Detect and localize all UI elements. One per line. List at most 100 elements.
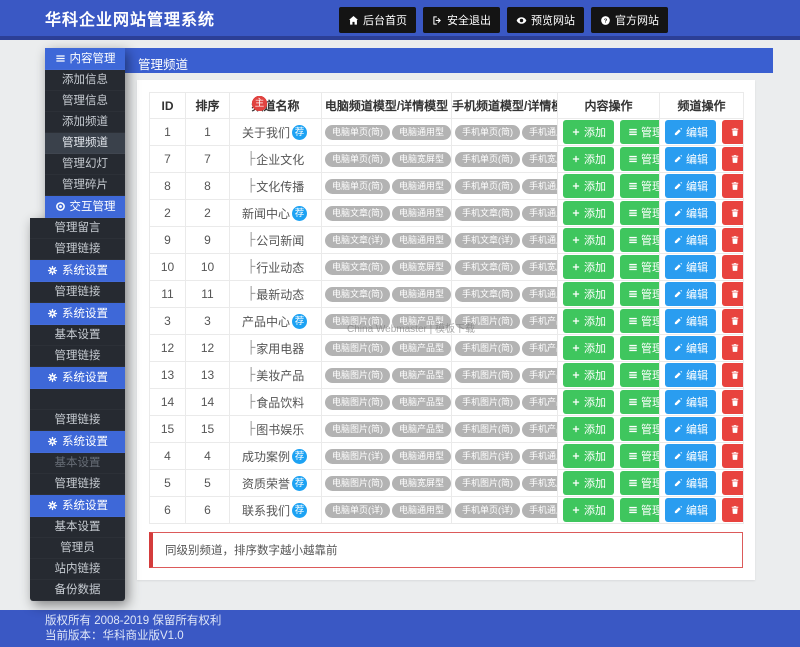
edit-channel-button[interactable]: 编辑 bbox=[665, 363, 716, 387]
delete-channel-button[interactable]: 删除 bbox=[722, 147, 743, 171]
delete-channel-button[interactable]: 删除 bbox=[722, 120, 743, 144]
manage-content-button[interactable]: 管理 bbox=[620, 363, 659, 387]
button-label: 添加 bbox=[584, 154, 606, 166]
sidebar-item-9[interactable]: 管理链接 bbox=[30, 239, 125, 260]
topnav-preview-button[interactable]: 预览网站 bbox=[507, 7, 584, 33]
trash-icon bbox=[730, 451, 740, 461]
edit-channel-button[interactable]: 编辑 bbox=[665, 201, 716, 225]
edit-channel-button[interactable]: 编辑 bbox=[665, 174, 716, 198]
cell-id: 10 bbox=[149, 253, 186, 281]
edit-channel-button[interactable]: 编辑 bbox=[665, 390, 716, 414]
sidebar-item-14[interactable]: 管理链接 bbox=[30, 346, 125, 367]
sidebar-section-18[interactable]: 系统设置 bbox=[30, 431, 125, 453]
sidebar-item-25[interactable]: 备份数据 bbox=[30, 580, 125, 601]
manage-content-button[interactable]: 管理 bbox=[620, 417, 659, 441]
plus-icon bbox=[571, 505, 581, 515]
sidebar-item-3[interactable]: 添加频道 bbox=[45, 112, 125, 133]
table-row: 33主产品中心荐电脑图片(简)电脑产品型手机图片(简)手机产品型添加管理编辑删除 bbox=[149, 96, 744, 335]
add-content-button[interactable]: 添加 bbox=[563, 201, 614, 225]
manage-content-button[interactable]: 管理 bbox=[620, 444, 659, 468]
sidebar-section-7[interactable]: 交互管理 bbox=[45, 196, 125, 218]
sidebar-item-22[interactable]: 基本设置 bbox=[30, 517, 125, 538]
delete-channel-button[interactable]: 删除 bbox=[722, 201, 743, 225]
edit-channel-button[interactable]: 编辑 bbox=[665, 282, 716, 306]
delete-channel-button[interactable]: 删除 bbox=[722, 471, 743, 495]
sidebar-item-4[interactable]: 管理频道 bbox=[45, 133, 125, 154]
sidebar-item-5[interactable]: 管理幻灯 bbox=[45, 154, 125, 175]
delete-channel-button[interactable]: 删除 bbox=[722, 309, 743, 333]
edit-channel-button[interactable]: 编辑 bbox=[665, 228, 716, 252]
add-content-button[interactable]: 添加 bbox=[563, 444, 614, 468]
column-header: 频道名称 bbox=[229, 92, 322, 119]
delete-channel-button[interactable]: 删除 bbox=[722, 174, 743, 198]
edit-channel-button[interactable]: 编辑 bbox=[665, 336, 716, 360]
sidebar-section-0[interactable]: 内容管理 bbox=[45, 48, 125, 70]
add-content-button[interactable]: 添加 bbox=[563, 174, 614, 198]
manage-content-button[interactable]: 管理 bbox=[620, 390, 659, 414]
sidebar-item-11[interactable]: 管理链接 bbox=[30, 282, 125, 303]
delete-channel-button[interactable]: 删除 bbox=[722, 228, 743, 252]
edit-channel-button[interactable]: 编辑 bbox=[665, 444, 716, 468]
add-content-button[interactable]: 添加 bbox=[563, 147, 614, 171]
sidebar-section-15[interactable]: 系统设置 bbox=[30, 367, 125, 389]
add-content-button[interactable]: 添加 bbox=[563, 417, 614, 441]
add-content-button[interactable]: 添加 bbox=[563, 120, 614, 144]
manage-content-button[interactable]: 管理 bbox=[620, 498, 659, 522]
manage-content-button[interactable]: 管理 bbox=[620, 147, 659, 171]
sidebar-item-20[interactable]: 管理链接 bbox=[30, 474, 125, 495]
topnav-home-button[interactable]: 后台首页 bbox=[339, 7, 416, 33]
add-content-button[interactable]: 添加 bbox=[563, 282, 614, 306]
manage-content-button[interactable]: 管理 bbox=[620, 336, 659, 360]
sidebar-item-19[interactable]: 基本设置 bbox=[30, 453, 125, 474]
add-content-button[interactable]: 添加 bbox=[563, 498, 614, 522]
sidebar-section-10[interactable]: 系统设置 bbox=[30, 260, 125, 282]
topnav-logout-button[interactable]: 安全退出 bbox=[423, 7, 500, 33]
manage-content-button[interactable]: 管理 bbox=[620, 228, 659, 252]
sidebar-item-16[interactable] bbox=[30, 389, 125, 410]
delete-channel-button[interactable]: 删除 bbox=[722, 282, 743, 306]
sidebar-item-2[interactable]: 管理信息 bbox=[45, 91, 125, 112]
add-content-button[interactable]: 添加 bbox=[563, 255, 614, 279]
manage-content-button[interactable]: 管理 bbox=[620, 282, 659, 306]
edit-channel-button[interactable]: 编辑 bbox=[665, 417, 716, 441]
manage-content-button[interactable]: 管理 bbox=[620, 471, 659, 495]
sidebar-item-24[interactable]: 站内链接 bbox=[30, 559, 125, 580]
add-content-button[interactable]: 添加 bbox=[563, 336, 614, 360]
delete-channel-button[interactable]: 删除 bbox=[722, 390, 743, 414]
edit-channel-button[interactable]: 编辑 bbox=[665, 309, 716, 333]
add-content-button[interactable]: 添加 bbox=[563, 309, 614, 333]
add-content-button[interactable]: 添加 bbox=[563, 390, 614, 414]
cell-sort: 6 bbox=[185, 496, 230, 524]
delete-channel-button[interactable]: 删除 bbox=[722, 444, 743, 468]
add-content-button[interactable]: 添加 bbox=[563, 471, 614, 495]
manage-content-button[interactable]: 管理 bbox=[620, 120, 659, 144]
sidebar-item-13[interactable]: 基本设置 bbox=[30, 325, 125, 346]
manage-content-button[interactable]: 管理 bbox=[620, 309, 659, 333]
add-content-button[interactable]: 添加 bbox=[563, 228, 614, 252]
edit-channel-button[interactable]: 编辑 bbox=[665, 498, 716, 522]
edit-channel-button[interactable]: 编辑 bbox=[665, 147, 716, 171]
manage-content-button[interactable]: 管理 bbox=[620, 255, 659, 279]
edit-channel-button[interactable]: 编辑 bbox=[665, 120, 716, 144]
edit-channel-button[interactable]: 编辑 bbox=[665, 255, 716, 279]
delete-channel-button[interactable]: 删除 bbox=[722, 255, 743, 279]
manage-content-button[interactable]: 管理 bbox=[620, 201, 659, 225]
channel-name: 关于我们 bbox=[241, 125, 290, 140]
channel-name: 新闻中心 bbox=[241, 206, 290, 221]
manage-content-button[interactable]: 管理 bbox=[620, 174, 659, 198]
delete-channel-button[interactable]: 删除 bbox=[722, 363, 743, 387]
trash-icon bbox=[730, 208, 740, 218]
delete-channel-button[interactable]: 删除 bbox=[722, 417, 743, 441]
delete-channel-button[interactable]: 删除 bbox=[722, 336, 743, 360]
add-content-button[interactable]: 添加 bbox=[563, 363, 614, 387]
sidebar-item-8[interactable]: 管理留言 bbox=[30, 218, 125, 239]
edit-channel-button[interactable]: 编辑 bbox=[665, 471, 716, 495]
topnav-official-button[interactable]: ? 官方网站 bbox=[591, 7, 668, 33]
sidebar-item-23[interactable]: 管理员 bbox=[30, 538, 125, 559]
sidebar-item-6[interactable]: 管理碎片 bbox=[45, 175, 125, 196]
sidebar-section-21[interactable]: 系统设置 bbox=[30, 495, 125, 517]
sidebar-item-1[interactable]: 添加信息 bbox=[45, 70, 125, 91]
delete-channel-button[interactable]: 删除 bbox=[722, 498, 743, 522]
sidebar-item-17[interactable]: 管理链接 bbox=[30, 410, 125, 431]
sidebar-section-12[interactable]: 系统设置 bbox=[30, 303, 125, 325]
